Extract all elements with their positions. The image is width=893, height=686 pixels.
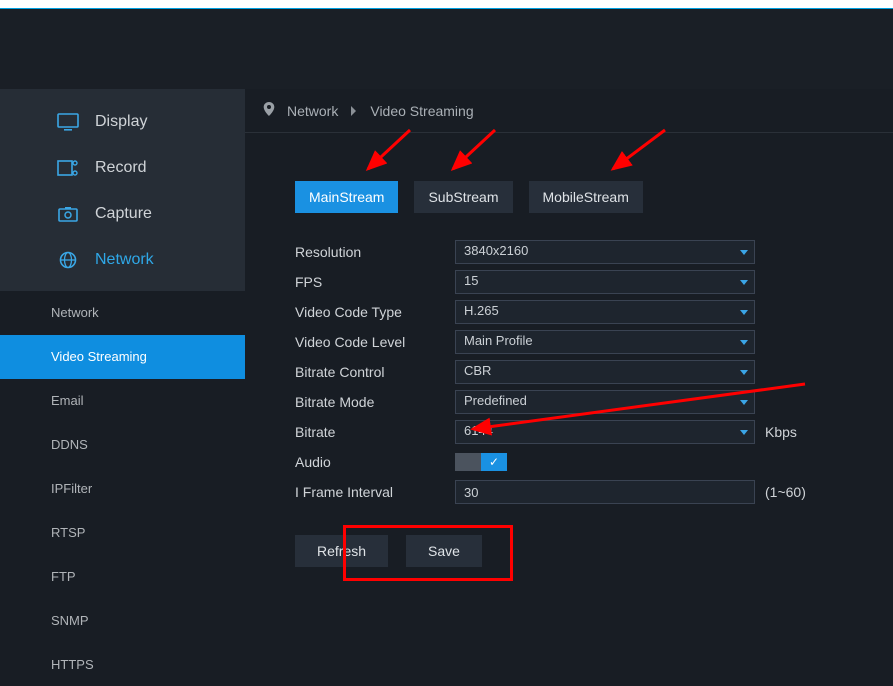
sidebar-sub-label: HTTPS xyxy=(51,657,94,672)
select-value: CBR xyxy=(464,363,491,378)
field-label: Resolution xyxy=(295,244,455,260)
iframe-interval-input[interactable] xyxy=(455,480,755,504)
button-label: Save xyxy=(428,543,460,559)
browser-chrome-strip xyxy=(0,0,893,9)
save-button[interactable]: Save xyxy=(406,535,482,567)
select-value: Main Profile xyxy=(464,333,533,348)
sidebar-label: Display xyxy=(95,113,147,131)
field-label: Video Code Level xyxy=(295,334,455,350)
field-label: Bitrate Mode xyxy=(295,394,455,410)
check-icon: ✓ xyxy=(481,453,507,471)
breadcrumb-leaf: Video Streaming xyxy=(370,103,473,119)
bitrate-control-select[interactable]: CBR xyxy=(455,360,755,384)
main-panel: Network Video Streaming MainStream SubSt… xyxy=(245,89,893,686)
network-icon xyxy=(57,251,79,269)
sidebar-item-display[interactable]: Display xyxy=(57,99,245,145)
stream-tabs: MainStream SubStream MobileStream xyxy=(295,181,893,213)
sidebar-sub-ftp[interactable]: FTP xyxy=(0,554,245,598)
tab-label: MainStream xyxy=(309,189,384,205)
sidebar-label: Capture xyxy=(95,205,152,223)
sidebar-sub-https[interactable]: HTTPS xyxy=(0,642,245,686)
sidebar-sub-ipfilter[interactable]: IPFilter xyxy=(0,466,245,510)
sidebar-sub-ddns[interactable]: DDNS xyxy=(0,422,245,466)
header-bar xyxy=(0,9,893,89)
tab-mobilestream[interactable]: MobileStream xyxy=(529,181,643,213)
sidebar-sub-label: Network xyxy=(51,305,99,320)
capture-icon xyxy=(57,205,79,223)
sidebar-item-capture[interactable]: Capture xyxy=(57,191,245,237)
select-value: 15 xyxy=(464,273,478,288)
sidebar: Display Record Capture Network Network V… xyxy=(0,89,245,686)
chevron-right-icon xyxy=(350,103,358,119)
annotation-arrow-icon xyxy=(445,127,505,177)
bitrate-select[interactable]: 6144 xyxy=(455,420,755,444)
sidebar-sub-label: SNMP xyxy=(51,613,89,628)
breadcrumb: Network Video Streaming xyxy=(245,89,893,133)
record-icon xyxy=(57,159,79,177)
select-value: Predefined xyxy=(464,393,527,408)
field-label: Bitrate Control xyxy=(295,364,455,380)
field-label: FPS xyxy=(295,274,455,290)
resolution-select[interactable]: 3840x2160 xyxy=(455,240,755,264)
select-value: H.265 xyxy=(464,303,499,318)
audio-toggle[interactable]: ✓ xyxy=(455,453,507,471)
bitrate-unit: Kbps xyxy=(765,424,797,440)
select-value: 3840x2160 xyxy=(464,243,528,258)
field-label: Video Code Type xyxy=(295,304,455,320)
tab-label: SubStream xyxy=(428,189,498,205)
sidebar-sub-email[interactable]: Email xyxy=(0,379,245,423)
refresh-button[interactable]: Refresh xyxy=(295,535,388,567)
field-label: I Frame Interval xyxy=(295,484,455,500)
tab-mainstream[interactable]: MainStream xyxy=(295,181,398,213)
breadcrumb-root[interactable]: Network xyxy=(287,103,338,119)
sidebar-label: Network xyxy=(95,251,154,269)
tab-label: MobileStream xyxy=(543,189,629,205)
sidebar-item-record[interactable]: Record xyxy=(57,145,245,191)
sidebar-sub-label: DDNS xyxy=(51,437,88,452)
sidebar-item-network[interactable]: Network xyxy=(57,237,245,283)
sidebar-sub-label: IPFilter xyxy=(51,481,92,496)
select-value: 6144 xyxy=(464,423,493,438)
location-icon xyxy=(263,102,275,119)
sidebar-sub-label: Email xyxy=(51,393,84,408)
sidebar-sub-label: Video Streaming xyxy=(51,349,147,364)
sidebar-label: Record xyxy=(95,159,147,177)
display-icon xyxy=(57,113,79,131)
sidebar-sub-network[interactable]: Network xyxy=(0,291,245,335)
annotation-arrow-icon xyxy=(605,127,675,177)
sidebar-sub-rtsp[interactable]: RTSP xyxy=(0,510,245,554)
sidebar-sub-video-streaming[interactable]: Video Streaming xyxy=(0,335,245,379)
sidebar-sub-label: RTSP xyxy=(51,525,85,540)
sidebar-sub-label: FTP xyxy=(51,569,76,584)
tab-substream[interactable]: SubStream xyxy=(414,181,512,213)
button-label: Refresh xyxy=(317,543,366,559)
fps-select[interactable]: 15 xyxy=(455,270,755,294)
video-code-type-select[interactable]: H.265 xyxy=(455,300,755,324)
iframe-hint: (1~60) xyxy=(765,484,806,500)
bitrate-mode-select[interactable]: Predefined xyxy=(455,390,755,414)
sidebar-sub-snmp[interactable]: SNMP xyxy=(0,598,245,642)
field-label: Audio xyxy=(295,454,455,470)
video-code-level-select[interactable]: Main Profile xyxy=(455,330,755,354)
annotation-arrow-icon xyxy=(360,127,420,177)
toggle-track xyxy=(455,453,481,471)
field-label: Bitrate xyxy=(295,424,455,440)
